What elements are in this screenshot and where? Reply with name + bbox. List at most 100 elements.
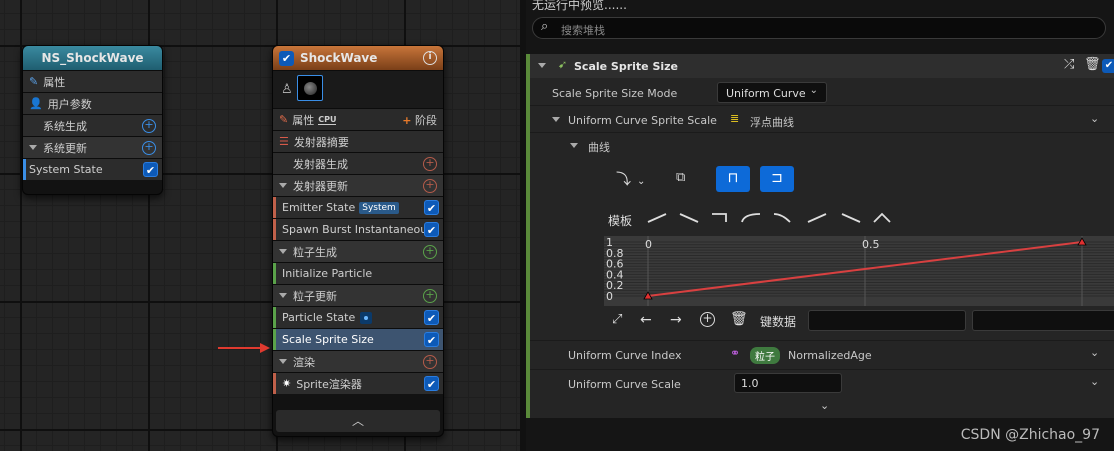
emitter-spawn-row[interactable]: 发射器生成 +	[273, 152, 443, 174]
add-module-icon[interactable]: +	[423, 156, 437, 171]
x-tick-label: 0	[645, 238, 652, 251]
system-spawn-row[interactable]: 系统生成 +	[23, 114, 162, 136]
template-linear-up-2	[807, 213, 827, 223]
enable-checkbox[interactable]: ✔	[424, 310, 439, 325]
particle-state-row[interactable]: Particle State ✔	[273, 306, 443, 328]
particle-update-row[interactable]: 粒子更新 +	[273, 284, 443, 306]
curve-index-value: NormalizedAge	[788, 349, 872, 362]
add-module-icon[interactable]: +	[423, 178, 437, 193]
sprite-thumbnail[interactable]	[297, 75, 323, 101]
module-header[interactable]: ➹ Scale Sprite Size ⤮ 🗑 ✔	[530, 54, 1114, 78]
curve-section-row[interactable]: 曲线	[530, 134, 1114, 156]
enable-checkbox[interactable]: ✔	[143, 162, 158, 177]
key-value-field[interactable]	[972, 310, 1114, 331]
system-badge: System	[359, 201, 399, 214]
emitter-state-row[interactable]: Emitter State System ✔	[273, 196, 443, 218]
add-module-icon[interactable]: +	[142, 140, 156, 155]
arrow-left-icon[interactable]: ←	[640, 312, 652, 328]
curve-preset-dropdown[interactable]: ⤵ ⌄	[616, 168, 645, 189]
stage-button[interactable]: + 阶段	[402, 112, 437, 128]
emitter-node-header[interactable]: ✔ ShockWave i	[273, 46, 443, 70]
collapse-icon[interactable]	[279, 359, 287, 364]
info-icon[interactable]: i	[423, 51, 437, 65]
system-node[interactable]: NS_ShockWave ✎ 属性 👤 用户参数 系统生成 + 系统更新 + S…	[22, 45, 163, 195]
add-module-icon[interactable]: +	[142, 118, 156, 133]
emitter-properties-row[interactable]: ✎ 属性 CPU + 阶段	[273, 108, 443, 130]
curve-section-label: 曲线	[588, 141, 610, 154]
fit-icon[interactable]: ⤢	[612, 312, 622, 327]
chevron-down-icon[interactable]: ⌄	[1090, 346, 1099, 359]
template-shapes	[647, 212, 891, 223]
curve-scale-row: Uniform Curve Scale 1.0 ⌄	[530, 369, 1114, 397]
enable-checkbox[interactable]: ✔	[424, 376, 439, 391]
add-module-icon[interactable]: +	[423, 354, 437, 369]
particle-state-label: Particle State	[282, 311, 356, 324]
enable-checkbox[interactable]: ✔	[424, 222, 439, 237]
emitter-update-label: 发射器更新	[293, 179, 348, 193]
collapse-icon[interactable]	[29, 145, 37, 150]
scale-sprite-size-row[interactable]: Scale Sprite Size ✔	[273, 328, 443, 350]
list-icon: ☰	[279, 135, 289, 148]
emitter-update-row[interactable]: 发射器更新 +	[273, 174, 443, 196]
pre-infinity-button[interactable]: ⊓	[716, 166, 750, 192]
user-params-row[interactable]: 👤 用户参数	[23, 92, 162, 114]
system-state-row[interactable]: System State ✔	[23, 158, 162, 180]
trash-icon[interactable]: 🗑	[1084, 57, 1101, 72]
system-update-row[interactable]: 系统更新 +	[23, 136, 162, 158]
add-module-icon[interactable]: +	[423, 244, 437, 259]
y-tick-label: 0	[606, 290, 613, 303]
key-time-field[interactable]	[808, 310, 966, 331]
arrow-right-icon[interactable]: →	[670, 312, 682, 328]
mode-dropdown[interactable]: Uniform Curve ⌄	[717, 82, 827, 103]
graph-canvas[interactable]: NS_ShockWave ✎ 属性 👤 用户参数 系统生成 + 系统更新 + S…	[0, 0, 524, 451]
system-properties-row[interactable]: ✎ 属性	[23, 70, 162, 92]
emitter-node[interactable]: ✔ ShockWave i ♙ ✎ 属性 CPU + 阶段 ☰ 发射器摘要 发射…	[272, 45, 444, 437]
module-panel: ➹ Scale Sprite Size ⤮ 🗑 ✔ Scale Sprite S…	[526, 54, 1114, 418]
dot-badge-icon	[360, 311, 373, 324]
sprite-renderer-row[interactable]: ✷ Sprite渲染器 ✔	[273, 372, 443, 394]
enable-checkbox[interactable]: ✔	[424, 200, 439, 215]
collapse-icon[interactable]	[552, 117, 560, 122]
search-input[interactable]: ⌕ 搜索堆栈	[532, 17, 1106, 39]
preview-status-row: 无运行中预览......	[526, 0, 1114, 14]
chevron-down-icon[interactable]: ⌄	[1090, 375, 1099, 388]
module-icon: ➹	[558, 58, 568, 71]
emitter-summary-row[interactable]: ☰ 发射器摘要	[273, 130, 443, 152]
curve-index-row: Uniform Curve Index ⚭ 粒子 NormalizedAge ⌄	[530, 340, 1114, 368]
mode-label: Scale Sprite Size Mode	[552, 87, 678, 100]
stage-label: 阶段	[415, 113, 437, 127]
trash-icon[interactable]: 🗑	[730, 311, 748, 327]
module-enable-checkbox[interactable]: ✔	[1102, 59, 1114, 73]
curve-scale-input[interactable]: 1.0	[734, 373, 842, 393]
expand-more-icon[interactable]: ⌄	[820, 399, 829, 412]
emitter-enable-checkbox[interactable]: ✔	[279, 50, 294, 66]
collapse-icon[interactable]	[538, 63, 546, 68]
enable-checkbox[interactable]: ✔	[424, 332, 439, 347]
spawn-burst-row[interactable]: Spawn Burst Instantaneous ✔	[273, 218, 443, 240]
shuffle-icon[interactable]: ⤮	[1064, 57, 1074, 72]
post-infinity-button[interactable]: ⊐	[760, 166, 794, 192]
collapse-icon[interactable]	[279, 249, 287, 254]
chevron-up-icon: ︿	[351, 414, 364, 428]
collapse-node-button[interactable]: ︿	[276, 410, 440, 432]
curve-sprite-scale-label: Uniform Curve Sprite Scale	[568, 114, 717, 127]
collapse-icon[interactable]	[279, 183, 287, 188]
template-linear-up	[647, 213, 667, 223]
collapse-icon[interactable]	[570, 143, 578, 148]
collapse-icon[interactable]	[279, 293, 287, 298]
emitter-thumbnail-row: ♙	[273, 70, 443, 108]
emitter-node-title: ShockWave	[300, 51, 378, 65]
add-key-icon[interactable]: +	[700, 312, 715, 327]
chevron-down-icon[interactable]: ⌄	[1090, 112, 1099, 125]
add-module-icon[interactable]: +	[423, 288, 437, 303]
open-external-icon[interactable]: ⧉	[676, 170, 685, 185]
system-node-header[interactable]: NS_ShockWave	[23, 46, 162, 70]
particle-spawn-row[interactable]: 粒子生成 +	[273, 240, 443, 262]
initialize-particle-row[interactable]: Initialize Particle	[273, 262, 443, 284]
system-node-title: NS_ShockWave	[41, 51, 144, 65]
render-row[interactable]: 渲染 +	[273, 350, 443, 372]
burst-icon: ✷	[282, 377, 292, 390]
curve-sprite-scale-row[interactable]: Uniform Curve Sprite Scale ≣ 浮点曲线 ⌄	[530, 107, 1114, 133]
curve-chart[interactable]: 10.80.60.40.20 0 0.5	[604, 236, 1114, 306]
system-update-label: 系统更新	[43, 141, 87, 155]
